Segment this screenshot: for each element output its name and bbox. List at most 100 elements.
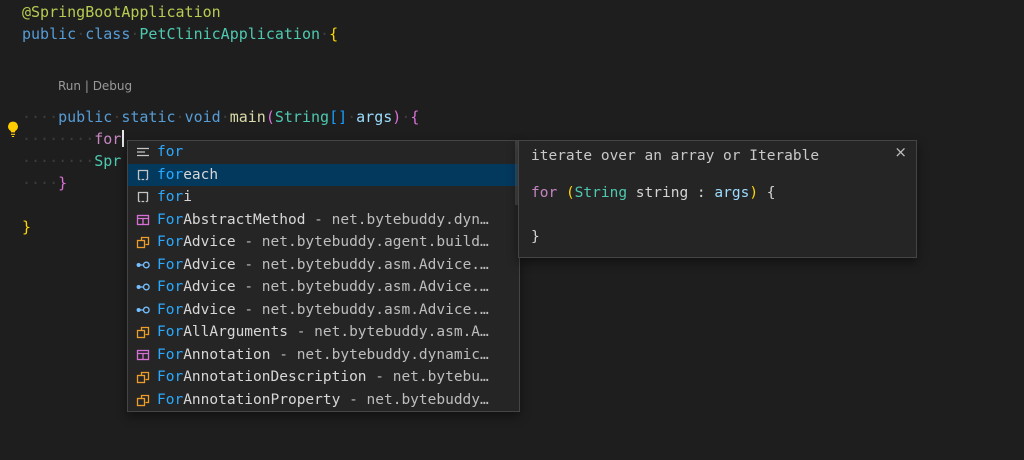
suggest-item-label: AnnotationDescription — [183, 369, 366, 385]
suggest-item-detail: - net.bytebuddy.asm.Advice.… — [236, 302, 489, 318]
code-token: [] — [329, 108, 347, 126]
codelens-debug-link[interactable]: Debug — [93, 79, 132, 93]
suggest-item[interactable]: ForAnnotation - net.bytebuddy.dynamic… — [128, 344, 519, 367]
suggest-item[interactable]: ForAdvice - net.bytebuddy.asm.Advice.… — [128, 299, 519, 322]
docs-summary: iterate over an array or Iterable — [519, 141, 916, 164]
codelens-separator: | — [81, 79, 93, 93]
codelens-run-link[interactable]: Run — [58, 79, 81, 93]
code-token: String — [575, 185, 627, 201]
code-token: { — [329, 25, 338, 43]
suggest-item-match: For — [157, 212, 183, 228]
code-token: : — [688, 185, 714, 201]
lightbulb-icon[interactable] — [4, 120, 22, 138]
code-token: string — [636, 185, 688, 201]
code-token: · — [176, 108, 185, 126]
code-token: for — [531, 185, 557, 201]
suggest-item-label: each — [183, 167, 218, 183]
docs-code-preview: for (String string : args) { } — [519, 164, 916, 248]
code-token — [627, 185, 636, 201]
code-token: ) — [749, 185, 758, 201]
code-token: class — [85, 25, 130, 43]
code-token: } — [58, 174, 67, 192]
suggest-item-detail: - net.bytebuddy.agent.build… — [236, 234, 489, 250]
suggest-item[interactable]: fori — [128, 186, 519, 209]
symbol-class-icon — [135, 324, 151, 340]
docs-code-line: } — [531, 226, 904, 248]
suggest-item-match: for — [157, 144, 183, 160]
code-token: ···· — [22, 108, 58, 126]
suggest-item-label: AbstractMethod — [183, 212, 305, 228]
code-token: { — [410, 108, 419, 126]
suggest-item-detail: - net.bytebuddy.dynamic… — [271, 347, 489, 363]
code-token: ) — [392, 108, 401, 126]
code-token: ········ — [22, 152, 94, 170]
suggest-item[interactable]: ForAdvice - net.bytebuddy.asm.Advice.… — [128, 254, 519, 277]
suggest-widget: forforeachforiForAbstractMethod - net.by… — [127, 140, 520, 412]
suggest-item[interactable]: ForAllArguments - net.bytebuddy.asm.A… — [128, 321, 519, 344]
code-token: args — [356, 108, 392, 126]
suggest-list: forforeachforiForAbstractMethod - net.by… — [128, 141, 519, 411]
suggest-item[interactable]: ForAbstractMethod - net.bytebuddy.dyn… — [128, 209, 519, 232]
close-icon[interactable]: × — [894, 145, 907, 160]
suggest-item-match: For — [157, 302, 183, 318]
suggest-item[interactable]: for — [128, 141, 519, 164]
symbol-snippet-icon — [135, 189, 151, 205]
suggest-item-detail: - net.bytebuddy.asm.Advice.… — [236, 279, 489, 295]
code-token: ········ — [22, 130, 94, 148]
suggest-item-match: For — [157, 279, 183, 295]
docs-code-line: for (String string : args) { — [531, 182, 904, 204]
code-token: { — [758, 185, 775, 201]
suggest-item[interactable]: ForAnnotationProperty - net.bytebuddy… — [128, 389, 519, 412]
suggest-item-label: AllArguments — [183, 324, 288, 340]
code-token: String — [275, 108, 329, 126]
code-token: PetClinicApplication — [139, 25, 320, 43]
code-line[interactable]: ····public·static·void·main(String[]·arg… — [22, 106, 419, 128]
code-token: for — [94, 130, 121, 148]
suggest-item-label: Advice — [183, 257, 235, 273]
symbol-snippet-icon — [135, 167, 151, 183]
symbol-keyword-icon — [135, 144, 151, 160]
code-line[interactable]: @SpringBootApplication — [22, 1, 419, 23]
code-token: public — [22, 25, 76, 43]
code-line[interactable]: public·class·PetClinicApplication·{ — [22, 23, 419, 45]
symbol-class-icon — [135, 369, 151, 385]
suggest-item-match: For — [157, 369, 183, 385]
symbol-reference-icon — [135, 302, 151, 318]
suggest-item-match: For — [157, 324, 183, 340]
codelens: Run | Debug — [22, 67, 419, 106]
symbol-method-icon — [135, 212, 151, 228]
code-token: main — [230, 108, 266, 126]
suggest-item[interactable]: ForAnnotationDescription - net.bytebu… — [128, 366, 519, 389]
code-token: ( — [266, 108, 275, 126]
code-token: void — [185, 108, 221, 126]
code-editor-screen: { "theme": { "editor_bg": "#1e1e1e", "po… — [0, 0, 1024, 460]
suggest-item-match: for — [157, 167, 183, 183]
suggest-item-detail: - net.bytebuddy… — [340, 392, 488, 408]
symbol-class-icon — [135, 392, 151, 408]
code-token: static — [121, 108, 175, 126]
suggest-item[interactable]: ForAdvice - net.bytebuddy.agent.build… — [128, 231, 519, 254]
suggest-item-detail: - net.bytebu… — [367, 369, 489, 385]
code-token — [557, 185, 566, 201]
suggest-item-match: For — [157, 257, 183, 273]
suggest-item-match: for — [157, 189, 183, 205]
lightbulb-glyph — [4, 120, 22, 138]
symbol-method-icon — [135, 347, 151, 363]
code-token: ( — [566, 185, 575, 201]
code-token: · — [221, 108, 230, 126]
suggest-item[interactable]: foreach — [128, 164, 519, 187]
suggest-item-label: Advice — [183, 279, 235, 295]
suggest-item-label: AnnotationProperty — [183, 392, 340, 408]
code-token: · — [112, 108, 121, 126]
code-token: · — [76, 25, 85, 43]
empty-line[interactable] — [22, 45, 419, 67]
symbol-class-icon — [135, 234, 151, 250]
suggest-item[interactable]: ForAdvice - net.bytebuddy.asm.Advice.… — [128, 276, 519, 299]
suggest-item-match: For — [157, 392, 183, 408]
code-token: Spr — [94, 152, 121, 170]
suggest-docs-panel: iterate over an array or Iterable × for … — [518, 140, 917, 258]
symbol-reference-icon — [135, 257, 151, 273]
code-token: } — [531, 229, 540, 245]
code-token: public — [58, 108, 112, 126]
suggest-item-detail: - net.bytebuddy.asm.Advice.… — [236, 257, 489, 273]
